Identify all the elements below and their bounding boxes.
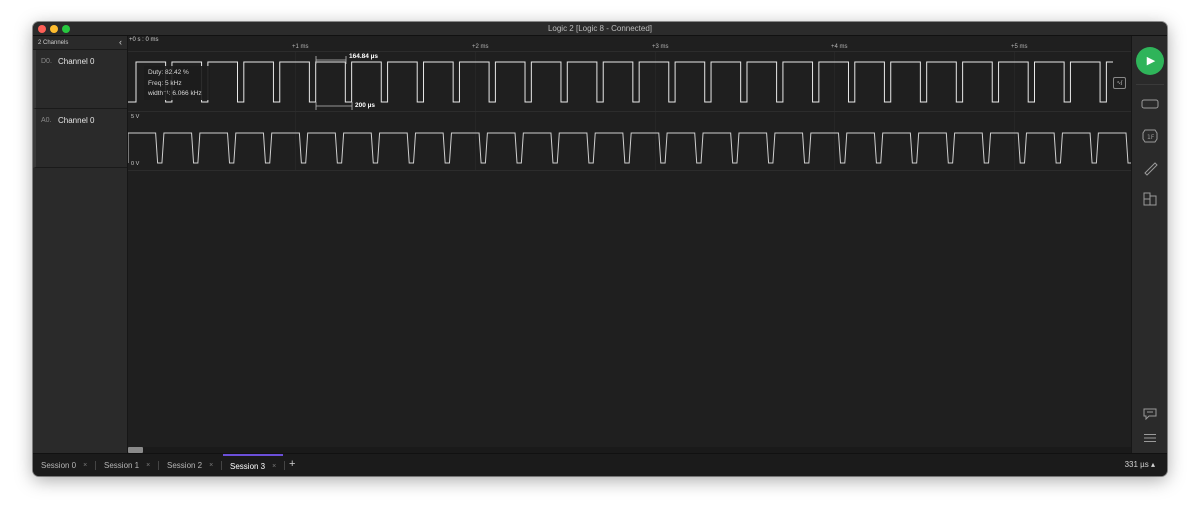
collapse-sidebar-icon[interactable]: ‹ — [119, 38, 122, 47]
tab-session-2[interactable]: Session 2 × — [167, 454, 213, 476]
minimize-window-button[interactable] — [50, 25, 58, 33]
tab-separator — [221, 461, 222, 470]
waveform-area[interactable]: +0 s : 0 ms +1 ms +2 ms +3 ms +4 ms +5 m… — [128, 36, 1131, 453]
digital-waveform — [128, 56, 1113, 110]
channel-id: A0. — [41, 117, 52, 124]
time-origin-label: +0 s : 0 ms — [129, 37, 159, 43]
close-window-button[interactable] — [38, 25, 46, 33]
tab-separator — [158, 461, 159, 470]
channels-header: 2 Channels ‹ — [33, 36, 127, 50]
start-capture-button[interactable]: ▶ — [1136, 47, 1164, 75]
time-ruler[interactable]: +0 s : 0 ms +1 ms +2 ms +3 ms +4 ms +5 m… — [128, 36, 1131, 52]
maximize-window-button[interactable] — [62, 25, 70, 33]
channel-name[interactable]: Channel 0 — [58, 57, 94, 66]
toolbar-divider — [1136, 84, 1164, 85]
analog-waveform — [128, 132, 1131, 164]
measurement-tooltip: Duty: 82.42 % Freq: 5 kHz width⁻¹: 6.066… — [144, 66, 210, 100]
extensions-icon[interactable]: 1F — [1140, 128, 1160, 144]
tab-session-1[interactable]: Session 1 × — [104, 454, 150, 476]
tab-label: Session 2 — [167, 461, 203, 470]
zoom-level-button[interactable]: 331 µs ▴ — [1125, 460, 1155, 469]
menu-icon[interactable] — [1140, 430, 1160, 446]
play-icon: ▶ — [1146, 54, 1156, 67]
tab-session-3[interactable]: Session 3 × — [223, 454, 284, 476]
right-toolbar: ▶ 1F — [1131, 36, 1167, 453]
analyzers-icon[interactable] — [1140, 96, 1160, 112]
layout-icon[interactable] — [1140, 191, 1160, 207]
time-tick: +5 ms — [1011, 44, 1028, 50]
channel-row-digital-0[interactable]: D0. Channel 0 — [33, 50, 127, 109]
measure-icon[interactable] — [1140, 160, 1160, 176]
window-title: Logic 2 [Logic 8 - Connected] — [547, 24, 653, 33]
title-bar: Logic 2 [Logic 8 - Connected] — [33, 22, 1167, 36]
time-tick: +1 ms — [292, 44, 309, 50]
tab-separator — [284, 461, 285, 470]
time-tick: +3 ms — [652, 44, 669, 50]
duty-cycle-label: Duty: 82.42 % — [148, 69, 189, 76]
close-tab-icon[interactable]: × — [146, 462, 150, 469]
analog-channel-lane[interactable]: 5 V 0 V — [128, 112, 1131, 171]
tab-label: Session 3 — [230, 462, 266, 471]
pulse-width-marker — [315, 56, 347, 64]
tab-label: Session 0 — [41, 461, 77, 470]
time-tick: +2 ms — [472, 44, 489, 50]
tab-session-0[interactable]: Session 0 × — [41, 454, 87, 476]
app-window: Logic 2 [Logic 8 - Connected] 2 Channels… — [33, 22, 1167, 476]
period-label: 200 µs — [355, 102, 376, 109]
channel-id: D0. — [41, 58, 52, 65]
close-tab-icon[interactable]: × — [272, 463, 276, 470]
digital-channel-lane[interactable]: Duty: 82.42 % Freq: 5 kHz width⁻¹: 6.066… — [128, 53, 1131, 112]
close-tab-icon[interactable]: × — [83, 462, 87, 469]
session-tab-bar: Session 0 × Session 1 × Session 2 × Sess… — [33, 453, 1167, 476]
frequency-label: Freq: 5 kHz — [148, 79, 182, 87]
period-marker — [315, 102, 353, 110]
time-tick: +4 ms — [831, 44, 848, 50]
channel-sidebar: 2 Channels ‹ D0. Channel 0 A0. Channel 0 — [33, 36, 128, 453]
tab-label: Session 1 — [104, 461, 140, 470]
add-tab-button[interactable]: + — [289, 458, 295, 470]
tab-separator — [95, 461, 96, 470]
analyzer-badge-icon[interactable]: ∿∫ — [1113, 77, 1126, 89]
channel-row-analog-0[interactable]: A0. Channel 0 — [33, 109, 127, 168]
voltage-high-label: 5 V — [131, 114, 140, 120]
pulse-width-label: 164.84 µs — [349, 53, 379, 60]
channel-name[interactable]: Channel 0 — [58, 116, 94, 125]
svg-text:1F: 1F — [1147, 134, 1155, 141]
close-tab-icon[interactable]: × — [209, 462, 213, 469]
channels-count-label: 2 Channels — [38, 39, 69, 46]
voltage-low-label: 0 V — [131, 161, 140, 167]
width-frequency-label: width⁻¹: 6.066 kHz — [148, 90, 202, 97]
comment-icon[interactable] — [1140, 406, 1160, 422]
